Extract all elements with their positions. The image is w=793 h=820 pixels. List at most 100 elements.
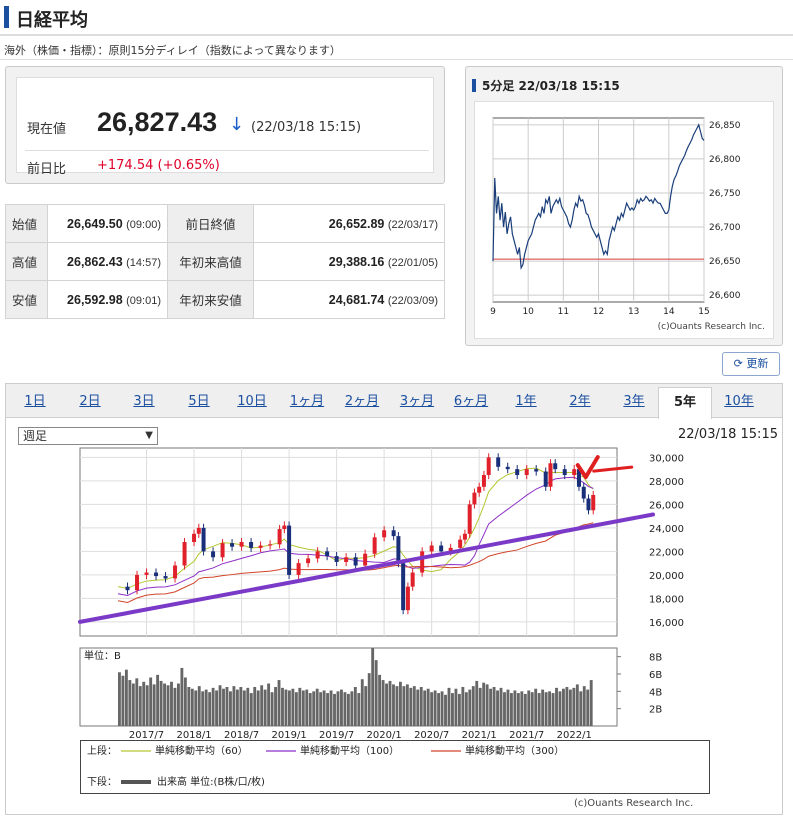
candle-body [230,543,235,547]
volume-bar [336,691,340,726]
volume-bar [284,689,288,726]
volume-bar [454,688,458,726]
tab-2年[interactable]: 2年 [553,391,607,417]
volume-bar [301,690,305,726]
candle-body [515,469,520,476]
tab-3日[interactable]: 3日 [117,391,171,417]
tab-1ヶ月[interactable]: 1ヶ月 [280,391,334,417]
y-tick-label: 30,000 [649,453,684,464]
candle-body [258,545,263,548]
stat-label: 高値 [5,242,48,281]
stat-value: 26,649.50 (09:00) [47,204,168,243]
volume-bar [523,693,527,726]
tab-1年[interactable]: 1年 [499,391,553,417]
volume-bar [215,690,219,726]
volume-bar [485,684,489,726]
volume-bar [346,693,350,726]
candle-body [586,498,591,511]
quote-panel: 現在値 26,827.43 ↓ (22/03/18 15:15) 前日比 +17… [5,66,445,184]
title-accent-bar [4,6,9,28]
volume-bar [121,675,125,726]
candle-body [306,558,311,564]
volume-bar [305,689,309,726]
x-tick-label: 14 [663,307,675,317]
candle-body [462,533,467,540]
y-tick-label: 20,000 [649,571,684,582]
volume-bar [541,689,545,726]
intraday-chart-panel: 5分足 22/03/18 15:15 9 10 11 12 13 14 15 26,850 26… [465,66,783,346]
volume-bar [499,687,503,726]
y-tick-label: 28,000 [649,477,684,488]
volume-bar [530,692,534,726]
candle-body [391,530,396,537]
volume-bar [124,669,128,726]
candle-body [401,563,406,611]
price-stats-table: 始値 26,649.50 (09:00) 前日終値 26,652.89 (22/… [5,204,445,319]
refresh-button[interactable]: ⟳ 更新 [722,352,780,376]
volume-y-tick-label: 6B [649,670,662,681]
volume-bar [208,692,212,726]
volume-bar [381,680,385,726]
tab-3ヶ月[interactable]: 3ヶ月 [390,391,444,417]
stat-value: 26,652.89 (22/03/17) [253,204,445,243]
volume-bar [166,685,170,726]
volume-bar [482,682,486,726]
tab-3年[interactable]: 3年 [607,391,661,417]
change-label: 前日比 [27,162,67,177]
volume-bar [239,687,243,726]
volume-bar [163,683,166,726]
volume-bar [253,687,257,726]
volume-bar [444,694,447,726]
tab-10日[interactable]: 10日 [225,391,279,417]
tab-6ヶ月[interactable]: 6ヶ月 [444,391,498,417]
volume-bar [256,690,260,726]
candle-body [472,492,477,505]
volume-bar [371,648,375,726]
volume-bar [235,689,239,726]
volume-bar [503,692,506,726]
volume-bar [218,685,222,726]
change-value: +174.54 (+0.65%) [97,158,220,173]
candle-body [325,551,330,557]
volume-bar [170,681,173,726]
candle-body [505,466,510,470]
candle-body [277,529,282,545]
volume-bar [322,690,326,726]
tab-2日[interactable]: 2日 [63,391,117,417]
candle-body [467,504,472,534]
tab-10年[interactable]: 10年 [712,391,766,417]
candle-body [135,574,140,591]
candle-body [458,539,463,548]
candle-body [486,457,491,476]
volume-bar [173,687,177,726]
volume-bar [565,687,569,726]
volume-bar [249,693,253,726]
volume-bar [326,693,330,726]
candle-body [154,572,159,577]
volume-bar [582,686,586,726]
candle-body [405,586,410,611]
tab-5年[interactable]: 5年 [658,387,712,419]
candle-body [268,544,273,546]
volume-bar [402,686,406,726]
volume-bar [551,693,555,726]
volume-bar [187,687,191,726]
tab-1日[interactable]: 1日 [8,391,62,417]
volume-bar [156,674,160,726]
volume-bar [544,692,548,726]
volume-bar [405,684,409,726]
candle-body [125,586,130,591]
x-tick-label: 10 [522,307,534,317]
volume-bar [447,687,451,726]
volume-bar [520,691,524,726]
table-row: 高値 26,862.43 (14:57) 年初来高値 29,388.16 (22… [5,242,445,281]
volume-bar [433,690,437,726]
stat-label: 前日終値 [167,204,254,243]
volume-bar [457,693,461,726]
tab-2ヶ月[interactable]: 2ヶ月 [335,391,389,417]
candle-body [439,545,444,552]
tab-5日[interactable]: 5日 [172,391,226,417]
volume-bar [513,690,517,726]
candle-body [173,565,178,579]
volume-bar [315,688,319,726]
